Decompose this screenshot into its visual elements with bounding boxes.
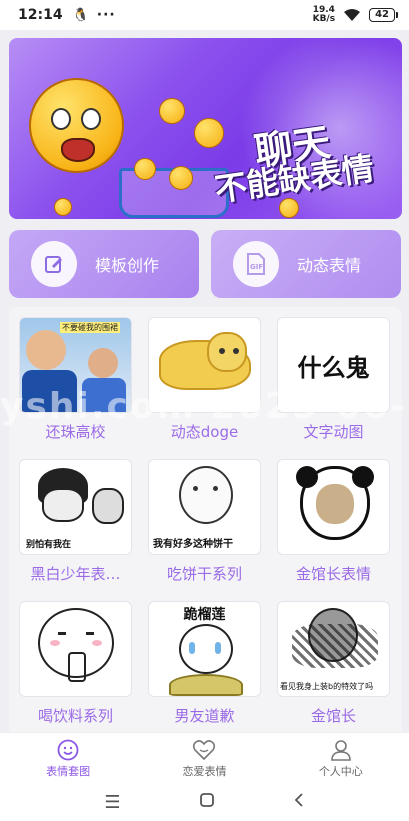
battery-indicator: 42 — [369, 8, 398, 22]
home-icon[interactable] — [199, 792, 215, 813]
tab-love-emoji-label: 恋爱表情 — [182, 764, 227, 778]
thumbnail-caption: 跪榴莲 — [183, 607, 226, 623]
pack-tile[interactable]: 我有好多这种饼干 吃饼干系列 — [148, 459, 261, 584]
user-icon — [331, 739, 351, 761]
network-speed-unit: KB/s — [312, 14, 336, 24]
heart-icon — [193, 739, 216, 760]
more-notifications-icon: ··· — [96, 7, 116, 23]
pack-thumbnail — [277, 459, 390, 555]
system-nav-bar: ☰ — [0, 784, 409, 821]
thumbnail-caption: 我有好多这种饼干 — [153, 539, 233, 550]
emoji-pack-grid: 不要碰我的围裙 还珠高校 动态doge 什么鬼 文字动图 别怕有我在 黑白少年表… — [9, 307, 402, 732]
pack-thumbnail: 跪榴莲 — [148, 601, 261, 697]
edit-icon — [31, 241, 77, 287]
animated-emoji-label: 动态表情 — [297, 256, 362, 275]
emoji-icon — [169, 166, 193, 190]
emoji-icon — [134, 158, 156, 180]
promo-banner[interactable]: 聊天 不能缺表情 — [9, 38, 402, 219]
pack-label: 文字动图 — [303, 423, 364, 441]
pack-tile[interactable]: 别怕有我在 黑白少年表… — [19, 459, 132, 584]
tab-emoji-sets[interactable]: 表情套图 — [0, 733, 136, 784]
pack-thumbnail — [148, 317, 261, 413]
thumbnail-caption: 什么鬼 — [297, 352, 370, 382]
animated-emoji-button[interactable]: GIF 动态表情 — [211, 230, 401, 298]
gif-icon: GIF — [233, 241, 279, 287]
svg-text:GIF: GIF — [250, 263, 263, 271]
pack-thumbnail: 别怕有我在 — [19, 459, 132, 555]
template-create-label: 模板创作 — [95, 256, 160, 275]
shouting-emoji-icon — [29, 78, 124, 173]
back-icon[interactable] — [293, 792, 305, 813]
menu-icon[interactable]: ☰ — [104, 792, 120, 813]
pack-thumbnail: 看见我身上装b的特效了吗 — [277, 601, 390, 697]
pack-tile[interactable]: 看见我身上装b的特效了吗 金馆长 — [277, 601, 390, 726]
tab-profile-label: 个人中心 — [318, 764, 363, 778]
status-time: 12:14 — [18, 7, 63, 23]
pack-tile[interactable]: 金馆长表情 — [277, 459, 390, 584]
thumbnail-caption: 不要碰我的围裙 — [60, 322, 120, 333]
pack-label: 动态doge — [170, 423, 239, 441]
qq-icon: 🐧 — [72, 7, 89, 23]
pack-tile[interactable]: 喝饮料系列 — [19, 601, 132, 726]
wifi-icon — [343, 8, 361, 22]
pack-tile[interactable]: 什么鬼 文字动图 — [277, 317, 390, 442]
pack-label: 吃饼干系列 — [166, 565, 242, 583]
status-bar: 12:14 🐧 ··· 19.4 KB/s 42 — [0, 0, 409, 30]
thumbnail-caption: 别怕有我在 — [26, 540, 72, 550]
network-speed: 19.4 KB/s — [313, 6, 335, 24]
pack-label: 喝饮料系列 — [37, 707, 113, 725]
pack-thumbnail: 什么鬼 — [277, 317, 390, 413]
pack-tile[interactable]: 跪榴莲 男友道歉 — [148, 601, 261, 726]
bottom-nav: 表情套图 恋爱表情 个人中心 — [0, 732, 409, 784]
pack-label: 金馆长 — [310, 707, 356, 725]
status-right: 19.4 KB/s 42 — [313, 6, 398, 24]
pack-tile[interactable]: 不要碰我的围裙 还珠高校 — [19, 317, 132, 442]
pack-label: 还珠高校 — [45, 423, 106, 441]
template-create-button[interactable]: 模板创作 — [9, 230, 199, 298]
tab-love-emoji[interactable]: 恋爱表情 — [136, 733, 272, 784]
emoji-icon — [54, 198, 72, 216]
tab-profile[interactable]: 个人中心 — [273, 733, 409, 784]
pack-label: 黑白少年表… — [30, 565, 121, 583]
pack-label: 男友道歉 — [174, 707, 235, 725]
emoji-icon — [194, 118, 224, 148]
thumbnail-caption: 看见我身上装b的特效了吗 — [280, 682, 374, 691]
pack-thumbnail: 我有好多这种饼干 — [148, 459, 261, 555]
pack-tile[interactable]: 动态doge — [148, 317, 261, 442]
pack-thumbnail: 不要碰我的围裙 — [19, 317, 132, 413]
pack-label: 金馆长表情 — [295, 565, 371, 583]
tab-emoji-sets-label: 表情套图 — [46, 764, 91, 778]
smile-icon — [57, 739, 79, 760]
pack-thumbnail — [19, 601, 132, 697]
emoji-icon — [159, 98, 185, 124]
